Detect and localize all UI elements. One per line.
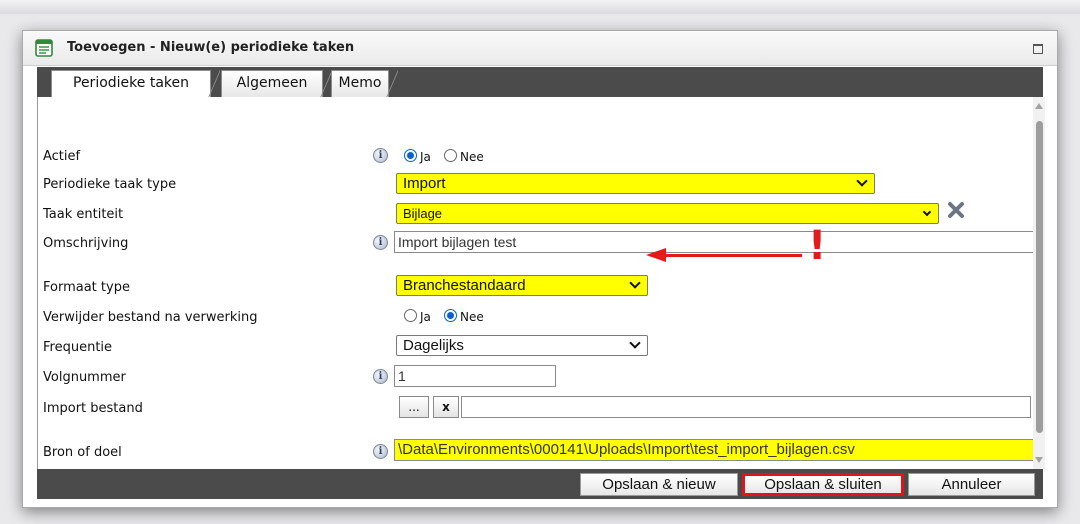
clear-file-button[interactable]: x bbox=[433, 396, 459, 418]
taak-type-select[interactable]: Import bbox=[396, 173, 875, 194]
formaat-type-label: Formaat type bbox=[43, 280, 130, 295]
tab-memo[interactable]: Memo bbox=[331, 70, 398, 98]
save-close-button[interactable]: Opslaan & sluiten bbox=[742, 473, 904, 496]
scroll-up-icon[interactable] bbox=[1035, 103, 1043, 109]
info-icon[interactable]: i bbox=[373, 148, 388, 163]
actief-ja-label: Ja bbox=[420, 150, 431, 164]
volgnummer-label: Volgnummer bbox=[43, 370, 126, 385]
form-panel: Actief i Ja Nee Periodieke taak type Imp… bbox=[37, 97, 1043, 469]
frequentie-label: Frequentie bbox=[43, 340, 113, 355]
dialog-titlebar: Toevoegen - Nieuw(e) periodieke taken bbox=[23, 31, 1057, 66]
tab-algemeen[interactable]: Algemeen bbox=[221, 70, 332, 98]
import-bestand-input[interactable] bbox=[461, 396, 1031, 418]
import-bestand-label: Import bestand bbox=[43, 401, 143, 416]
taak-type-value: Import bbox=[403, 175, 446, 192]
form-icon bbox=[35, 39, 53, 57]
omschrijving-input[interactable]: Import bijlagen test bbox=[394, 231, 1035, 253]
chevron-down-icon bbox=[922, 207, 932, 217]
chevron-down-icon bbox=[856, 175, 868, 187]
scrollbar-thumb[interactable] bbox=[1036, 121, 1043, 433]
taak-entiteit-label: Taak entiteit bbox=[43, 207, 124, 222]
bron-doel-label: Bron of doel bbox=[43, 445, 122, 460]
taak-entiteit-value: Bijlage bbox=[403, 206, 443, 221]
actief-nee-radio[interactable] bbox=[444, 149, 457, 162]
verwijder-label: Verwijder bestand na verwerking bbox=[43, 310, 258, 325]
close-icon[interactable] bbox=[946, 200, 966, 220]
dialog-title: Toevoegen - Nieuw(e) periodieke taken bbox=[67, 40, 355, 55]
actief-ja-radio[interactable] bbox=[404, 149, 417, 162]
dialog-window: Toevoegen - Nieuw(e) periodieke taken Pe… bbox=[22, 30, 1058, 508]
formaat-type-value: Branchestandaard bbox=[403, 277, 526, 294]
frequentie-select[interactable]: Dagelijks bbox=[396, 335, 648, 356]
omschrijving-value: Import bijlagen test bbox=[398, 234, 517, 250]
omschrijving-label: Omschrijving bbox=[43, 236, 129, 251]
formaat-type-select[interactable]: Branchestandaard bbox=[396, 275, 648, 296]
save-new-button[interactable]: Opslaan & nieuw bbox=[580, 473, 738, 496]
chevron-down-icon bbox=[629, 337, 641, 349]
verwijder-nee-label: Nee bbox=[460, 310, 484, 324]
volgnummer-value: 1 bbox=[398, 368, 406, 384]
actief-label: Actief bbox=[43, 149, 81, 164]
taak-entiteit-select[interactable]: Bijlage bbox=[396, 203, 939, 224]
frequentie-value: Dagelijks bbox=[403, 337, 464, 354]
verwijder-ja-label: Ja bbox=[420, 310, 431, 324]
annotation-arrow-head bbox=[646, 248, 666, 262]
tab-bar: Periodieke taken Algemeen Memo bbox=[37, 67, 1043, 98]
tab-periodieke-taken[interactable]: Periodieke taken bbox=[51, 70, 220, 98]
screen-top-bar bbox=[0, 0, 1080, 14]
bron-doel-input[interactable]: \Data\Environments\000141\Uploads\Import… bbox=[394, 439, 1035, 461]
info-icon[interactable]: i bbox=[373, 235, 388, 250]
scroll-down-icon[interactable] bbox=[1035, 457, 1043, 463]
verwijder-nee-radio[interactable] bbox=[444, 309, 457, 322]
info-icon[interactable]: i bbox=[373, 369, 388, 384]
tab-label: Periodieke taken bbox=[73, 75, 189, 91]
volgnummer-input[interactable]: 1 bbox=[394, 365, 556, 387]
annotation-arrow-line bbox=[664, 254, 802, 257]
tab-label: Memo bbox=[338, 75, 382, 91]
scrollbar[interactable] bbox=[1033, 97, 1045, 469]
actief-nee-label: Nee bbox=[460, 150, 484, 164]
maximize-icon[interactable] bbox=[1033, 44, 1043, 54]
info-icon[interactable]: i bbox=[373, 444, 388, 459]
annotation-exclamation: ! bbox=[808, 223, 827, 269]
cancel-button[interactable]: Annuleer bbox=[908, 473, 1035, 496]
taak-type-label: Periodieke taak type bbox=[43, 177, 177, 192]
dialog-footer: Opslaan & nieuw Opslaan & sluiten Annule… bbox=[37, 469, 1043, 499]
bron-doel-value: \Data\Environments\000141\Uploads\Import… bbox=[398, 441, 855, 458]
chevron-down-icon bbox=[629, 277, 641, 289]
verwijder-ja-radio[interactable] bbox=[404, 309, 417, 322]
tab-label: Algemeen bbox=[236, 75, 308, 91]
browse-button[interactable]: ... bbox=[399, 396, 429, 418]
